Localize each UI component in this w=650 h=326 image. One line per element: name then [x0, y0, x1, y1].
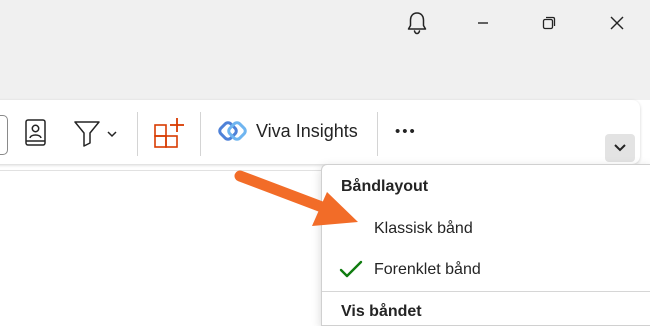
- partial-control[interactable]: [0, 115, 8, 155]
- viva-insights-label: Viva Insights: [256, 121, 358, 141]
- menu-item-classic-ribbon[interactable]: Klassisk bånd: [322, 210, 650, 248]
- restore-icon: [542, 16, 556, 30]
- menu-item-label: Klassisk bånd: [374, 220, 473, 237]
- menu-item-label: Forenklet bånd: [374, 261, 481, 278]
- close-icon: [610, 16, 624, 30]
- chevron-down-icon: [107, 131, 117, 138]
- more-options-button[interactable]: •••: [393, 120, 425, 144]
- filter-icon: [74, 121, 100, 147]
- title-bar: [0, 0, 650, 50]
- minimize-button[interactable]: [470, 10, 496, 36]
- close-button[interactable]: [604, 10, 630, 36]
- checkmark-icon: [339, 260, 363, 278]
- bell-icon: [407, 12, 427, 35]
- minimize-icon: [478, 22, 488, 24]
- ribbon-separator: [200, 112, 201, 156]
- ribbon-layout-menu: Båndlayout Klassisk bånd Forenklet bånd …: [321, 164, 650, 326]
- restore-button[interactable]: [536, 10, 562, 36]
- viva-insights-icon: [218, 121, 247, 141]
- ribbon-display-options-button[interactable]: [605, 134, 635, 162]
- notifications-button[interactable]: [404, 10, 430, 36]
- tab-band: [0, 50, 650, 100]
- menu-header-ribbon-layout: Båndlayout: [341, 178, 429, 195]
- chevron-down-icon: [614, 144, 626, 152]
- menu-item-simplified-ribbon[interactable]: Forenklet bånd: [322, 251, 650, 289]
- address-book-icon: [25, 119, 46, 146]
- add-grid-icon: [154, 118, 184, 148]
- menu-separator: [322, 291, 650, 292]
- ribbon-separator: [137, 112, 138, 156]
- more-icon: •••: [395, 123, 417, 140]
- filter-button[interactable]: [72, 117, 122, 151]
- menu-header-show-ribbon: Vis båndet: [341, 303, 422, 320]
- add-ins-button[interactable]: [152, 116, 186, 150]
- ribbon-separator: [377, 112, 378, 156]
- address-book-button[interactable]: [22, 118, 50, 150]
